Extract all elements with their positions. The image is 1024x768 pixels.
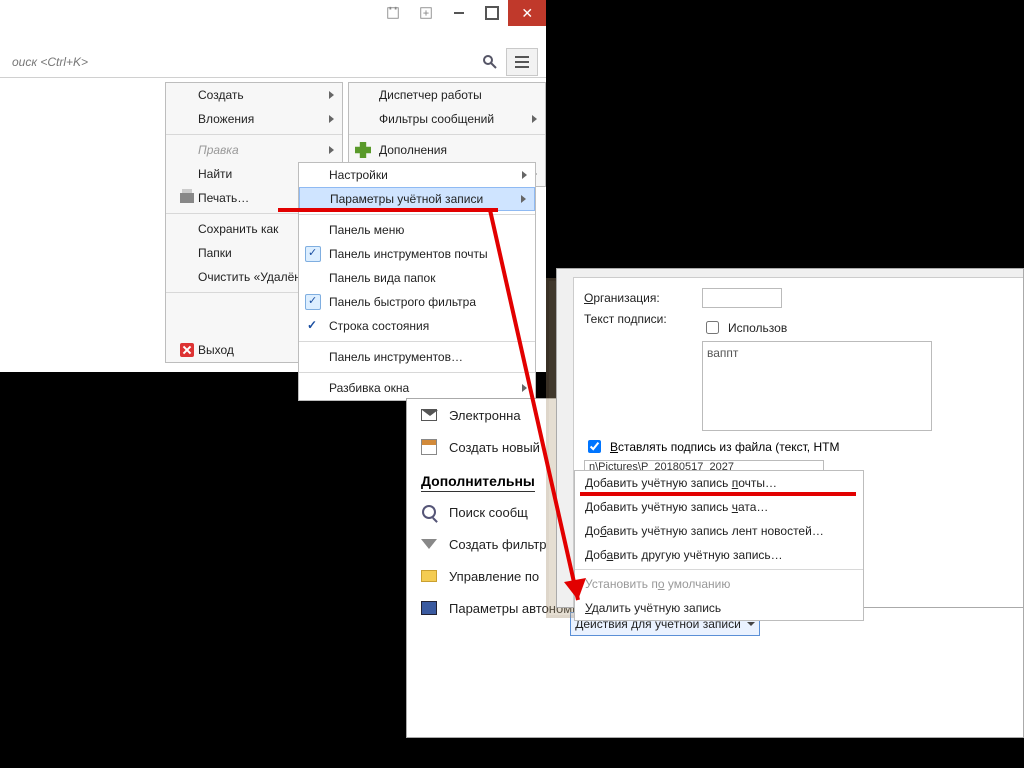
titlebar-icon-2[interactable] bbox=[409, 0, 442, 26]
link-email[interactable]: Электронна bbox=[449, 408, 521, 423]
menu-status-bar[interactable]: Строка состояния bbox=[299, 314, 535, 338]
menu-account-settings[interactable]: Параметры учётной записи bbox=[299, 187, 535, 211]
envelope-icon bbox=[421, 409, 437, 421]
extra-heading: Дополнительны bbox=[421, 473, 535, 492]
search-toolbar: оиск <Ctrl+K> bbox=[0, 46, 546, 78]
menu-quick-filter[interactable]: Панель быстрого фильтра bbox=[299, 290, 535, 314]
search-icon[interactable] bbox=[482, 54, 498, 70]
menu-toolbars[interactable]: Панель инструментов… bbox=[299, 345, 535, 369]
minimize-button[interactable] bbox=[442, 0, 475, 26]
settings-submenu: Настройки Параметры учётной записи Панел… bbox=[298, 162, 536, 401]
signature-textarea[interactable]: ваппт bbox=[702, 341, 932, 431]
puzzle-icon bbox=[355, 142, 371, 158]
calendar-icon bbox=[421, 439, 437, 455]
popup-delete-account[interactable]: Удалить учётную запись bbox=[575, 596, 863, 620]
link-search-msgs[interactable]: Поиск сообщ bbox=[449, 505, 528, 520]
close-button[interactable] bbox=[508, 0, 546, 26]
printer-icon bbox=[180, 193, 194, 203]
signature-text-label: Текст подписи: bbox=[584, 312, 694, 326]
menu-folder-view[interactable]: Панель вида папок bbox=[299, 266, 535, 290]
signature-file-label: Вставлять подпись из файла (текст, HTM bbox=[610, 440, 839, 454]
organization-label: ООрганизация:рганизация: bbox=[584, 291, 694, 305]
menu-attachments[interactable]: Вложения bbox=[166, 107, 342, 131]
link-create-filter[interactable]: Создать фильтр bbox=[449, 537, 547, 552]
menu-edit: Правка bbox=[166, 138, 342, 162]
link-create-event[interactable]: Создать новый bbox=[449, 440, 540, 455]
use-html-checkbox[interactable] bbox=[706, 321, 719, 334]
close-icon bbox=[180, 343, 194, 357]
menu-panel-menu[interactable]: Панель меню bbox=[299, 218, 535, 242]
signature-file-checkbox[interactable] bbox=[588, 440, 601, 453]
account-actions-popup: Добавить учётную запись почты… Добавить … bbox=[574, 470, 864, 621]
menu-mail-toolbar[interactable]: Панель инструментов почты bbox=[299, 242, 535, 266]
popup-add-mail[interactable]: Добавить учётную запись почты… bbox=[575, 471, 863, 495]
menu-create[interactable]: Создать bbox=[166, 83, 342, 107]
menu-settings[interactable]: Настройки bbox=[299, 163, 535, 187]
popup-set-default: Установить по умолчанию bbox=[575, 572, 863, 596]
search-icon bbox=[422, 505, 436, 519]
menu-msg-filters[interactable]: Фильтры сообщений bbox=[349, 107, 545, 131]
popup-add-feed[interactable]: Добавить учётную запись лент новостей… bbox=[575, 519, 863, 543]
menu-addons[interactable]: Дополнения bbox=[349, 138, 545, 162]
check-icon bbox=[305, 246, 321, 262]
menu-dispatcher[interactable]: Диспетчер работы bbox=[349, 83, 545, 107]
titlebar-icon-1[interactable] bbox=[376, 0, 409, 26]
side-spacer bbox=[0, 90, 165, 140]
filter-icon bbox=[421, 539, 437, 549]
hamburger-menu-button[interactable] bbox=[506, 48, 538, 76]
check-icon bbox=[305, 294, 321, 310]
monitor-icon bbox=[421, 601, 437, 615]
popup-add-other[interactable]: Добавить другую учётную запись… bbox=[575, 543, 863, 567]
use-html-label: Использов bbox=[728, 321, 787, 335]
popup-add-chat[interactable]: Добавить учётную запись чата… bbox=[575, 495, 863, 519]
search-input[interactable]: оиск <Ctrl+K> bbox=[8, 55, 482, 69]
maximize-button[interactable] bbox=[475, 0, 508, 26]
organization-input[interactable] bbox=[702, 288, 782, 308]
folder-icon bbox=[421, 570, 437, 582]
titlebar bbox=[376, 0, 546, 26]
link-manage-folders[interactable]: Управление по bbox=[449, 569, 539, 584]
menu-window-layout[interactable]: Разбивка окна bbox=[299, 376, 535, 400]
